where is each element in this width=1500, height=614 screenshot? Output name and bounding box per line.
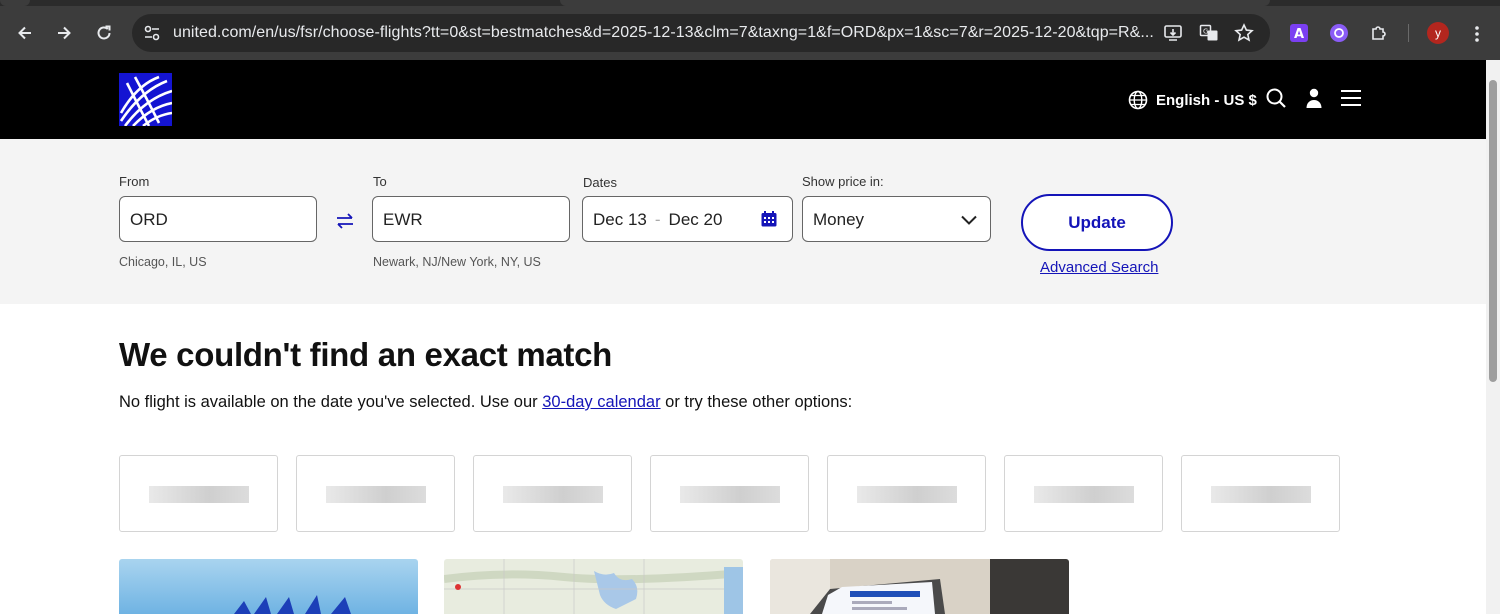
- url-text[interactable]: united.com/en/us/fsr/choose-flights?tt=0…: [173, 24, 1153, 42]
- loading-placeholder: [503, 486, 603, 503]
- page-title: We couldn't find an exact match: [119, 336, 613, 373]
- account-icon[interactable]: [1303, 87, 1325, 109]
- back-icon[interactable]: [13, 21, 37, 45]
- from-input[interactable]: ORD: [119, 196, 317, 242]
- swap-airports-icon[interactable]: [333, 209, 357, 233]
- united-globe-logo[interactable]: [119, 73, 172, 126]
- from-city: Chicago, IL, US: [119, 255, 207, 269]
- loading-option-card[interactable]: [296, 455, 455, 532]
- loading-option-card[interactable]: [650, 455, 809, 532]
- dates-label: Dates: [583, 175, 617, 190]
- to-value: EWR: [383, 210, 423, 229]
- price-label: Show price in:: [802, 174, 884, 189]
- site-header: English - US $: [0, 60, 1486, 139]
- profile-avatar[interactable]: y: [1427, 22, 1449, 44]
- from-value: ORD: [130, 210, 168, 229]
- promo-image-aircraft-tail[interactable]: [119, 559, 418, 614]
- loading-option-card[interactable]: [119, 455, 278, 532]
- thirty-day-calendar-link[interactable]: 30-day calendar: [542, 393, 660, 411]
- loading-placeholder: [1034, 486, 1134, 503]
- language-label: English - US $: [1156, 91, 1257, 109]
- loading-option-card[interactable]: [1004, 455, 1163, 532]
- scrollbar-thumb[interactable]: [1489, 80, 1497, 382]
- loading-placeholder: [326, 486, 426, 503]
- loading-placeholder: [1211, 486, 1311, 503]
- loading-placeholder: [857, 486, 957, 503]
- loading-placeholder: [680, 486, 780, 503]
- hamburger-menu-icon[interactable]: [1340, 87, 1362, 109]
- dates-input[interactable]: Dec 13 - Dec 20: [582, 196, 793, 242]
- tab[interactable]: [0, 0, 30, 6]
- no-match-message: No flight is available on the date you'v…: [119, 393, 852, 412]
- search-icon[interactable]: [1265, 87, 1287, 109]
- to-city: Newark, NJ/New York, NY, US: [373, 255, 541, 269]
- site-settings-icon[interactable]: [142, 23, 162, 43]
- svg-text:A: A: [1294, 27, 1304, 42]
- translate-icon[interactable]: G: [1199, 23, 1219, 43]
- extension-a-icon[interactable]: A: [1289, 23, 1309, 43]
- browser-toolbar: united.com/en/us/fsr/choose-flights?tt=0…: [0, 0, 1500, 60]
- promo-image-laptop[interactable]: [770, 559, 1069, 614]
- chevron-down-icon: [960, 211, 978, 229]
- toolbar-divider: [1408, 24, 1409, 42]
- loading-option-card[interactable]: [827, 455, 986, 532]
- address-bar[interactable]: united.com/en/us/fsr/choose-flights?tt=0…: [132, 14, 1270, 52]
- update-button[interactable]: Update: [1021, 194, 1173, 251]
- price-value: Money: [813, 210, 865, 229]
- loading-option-card[interactable]: [473, 455, 632, 532]
- date-separator: -: [654, 210, 661, 229]
- calendar-icon[interactable]: [760, 210, 778, 228]
- from-label: From: [119, 174, 150, 189]
- browser-menu-icon[interactable]: [1470, 24, 1484, 44]
- message-text-before: No flight is available on the date you'v…: [119, 393, 543, 411]
- tab[interactable]: [560, 0, 1270, 6]
- globe-icon: [1128, 90, 1148, 110]
- reload-icon[interactable]: [92, 21, 116, 45]
- loading-placeholder: [149, 486, 249, 503]
- install-app-icon[interactable]: [1163, 23, 1183, 43]
- price-select[interactable]: Money: [802, 196, 991, 242]
- return-date: Dec 20: [668, 210, 723, 229]
- extension-circle-icon[interactable]: [1329, 23, 1349, 43]
- language-selector[interactable]: English - US $: [1128, 90, 1257, 110]
- promo-image-route-map[interactable]: [444, 559, 743, 614]
- forward-icon[interactable]: [52, 21, 76, 45]
- svg-text:G: G: [1203, 28, 1208, 36]
- loading-option-card[interactable]: [1181, 455, 1340, 532]
- message-text-after: or try these other options:: [660, 393, 853, 411]
- to-input[interactable]: EWR: [372, 196, 570, 242]
- advanced-search-link[interactable]: Advanced Search: [1040, 259, 1158, 276]
- depart-date: Dec 13: [593, 210, 647, 229]
- bookmark-star-icon[interactable]: [1234, 23, 1254, 43]
- extensions-puzzle-icon[interactable]: [1369, 23, 1389, 43]
- to-label: To: [373, 174, 387, 189]
- flight-search-panel: From ORD Chicago, IL, US To EWR Newark, …: [0, 139, 1486, 304]
